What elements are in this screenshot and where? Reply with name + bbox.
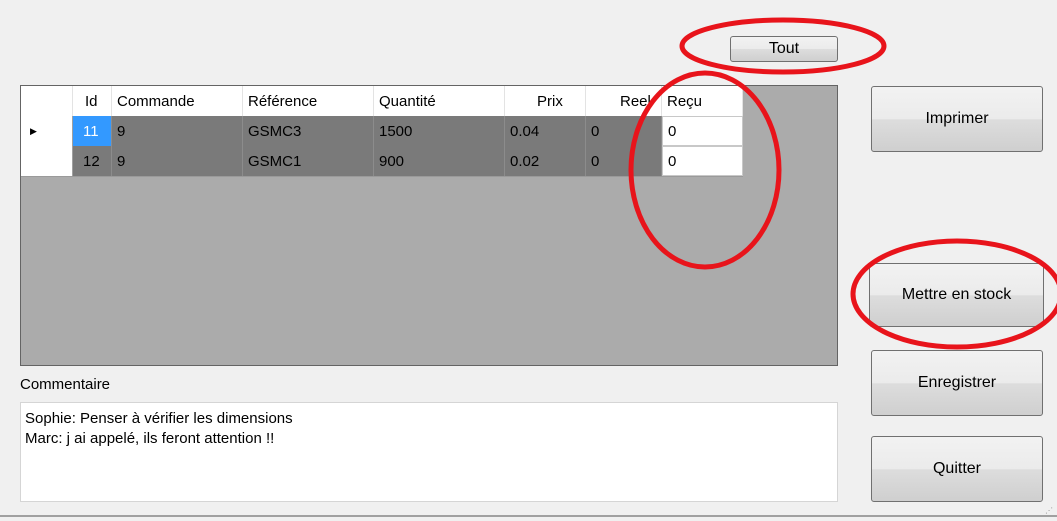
table-row[interactable]: ▶ 11 9 GSMC3 1500 0.04 0 0 xyxy=(21,116,743,147)
commentaire-textarea[interactable]: Sophie: Penser à vérifier les dimensions… xyxy=(20,402,838,502)
column-header-quantite[interactable]: Quantité xyxy=(374,86,505,116)
cell-commande[interactable]: 9 xyxy=(112,116,243,146)
row-header[interactable] xyxy=(21,146,73,176)
cell-commande[interactable]: 9 xyxy=(112,146,243,176)
tout-button[interactable]: Tout xyxy=(730,36,838,62)
bottom-window-edge xyxy=(0,515,1057,517)
data-grid[interactable]: Id Commande Référence Quantité Prix Reel… xyxy=(20,85,838,366)
cell-reel[interactable]: 0 xyxy=(586,116,662,146)
row-header[interactable]: ▶ xyxy=(21,116,73,146)
grid-header: Id Commande Référence Quantité Prix Reel… xyxy=(21,86,743,117)
comment-line: Sophie: Penser à vérifier les dimensions xyxy=(25,410,293,427)
resize-grip-icon[interactable]: ⋰ xyxy=(1045,507,1053,515)
current-row-arrow-icon: ▶ xyxy=(30,125,37,136)
column-header-reel[interactable]: Reel xyxy=(586,86,662,116)
column-header-commande[interactable]: Commande xyxy=(112,86,243,116)
cell-id[interactable]: 12 xyxy=(73,146,112,176)
cell-reel[interactable]: 0 xyxy=(586,146,662,176)
table-row[interactable]: 12 9 GSMC1 900 0.02 0 0 xyxy=(21,146,743,177)
cell-prix[interactable]: 0.02 xyxy=(505,146,586,176)
column-header-prix[interactable]: Prix xyxy=(505,86,586,116)
column-header-reference[interactable]: Référence xyxy=(243,86,374,116)
quitter-button[interactable]: Quitter xyxy=(871,436,1043,502)
mettre-en-stock-button[interactable]: Mettre en stock xyxy=(869,263,1044,327)
comment-line: Marc: j ai appelé, ils feront attention … xyxy=(25,430,275,447)
commentaire-label: Commentaire xyxy=(20,376,111,393)
column-header-id[interactable]: Id xyxy=(73,86,112,116)
cell-recu-input[interactable]: 0 xyxy=(662,146,743,176)
cell-recu-input[interactable]: 0 xyxy=(662,116,743,146)
cell-reference[interactable]: GSMC3 xyxy=(243,116,374,146)
column-header-recu[interactable]: Reçu xyxy=(662,86,743,116)
row-header-corner xyxy=(21,86,73,116)
cell-quantite[interactable]: 1500 xyxy=(374,116,505,146)
enregistrer-button[interactable]: Enregistrer xyxy=(871,350,1043,416)
cell-prix[interactable]: 0.04 xyxy=(505,116,586,146)
cell-reference[interactable]: GSMC1 xyxy=(243,146,374,176)
cell-quantite[interactable]: 900 xyxy=(374,146,505,176)
imprimer-button[interactable]: Imprimer xyxy=(871,86,1043,152)
cell-id[interactable]: 11 xyxy=(73,116,112,146)
